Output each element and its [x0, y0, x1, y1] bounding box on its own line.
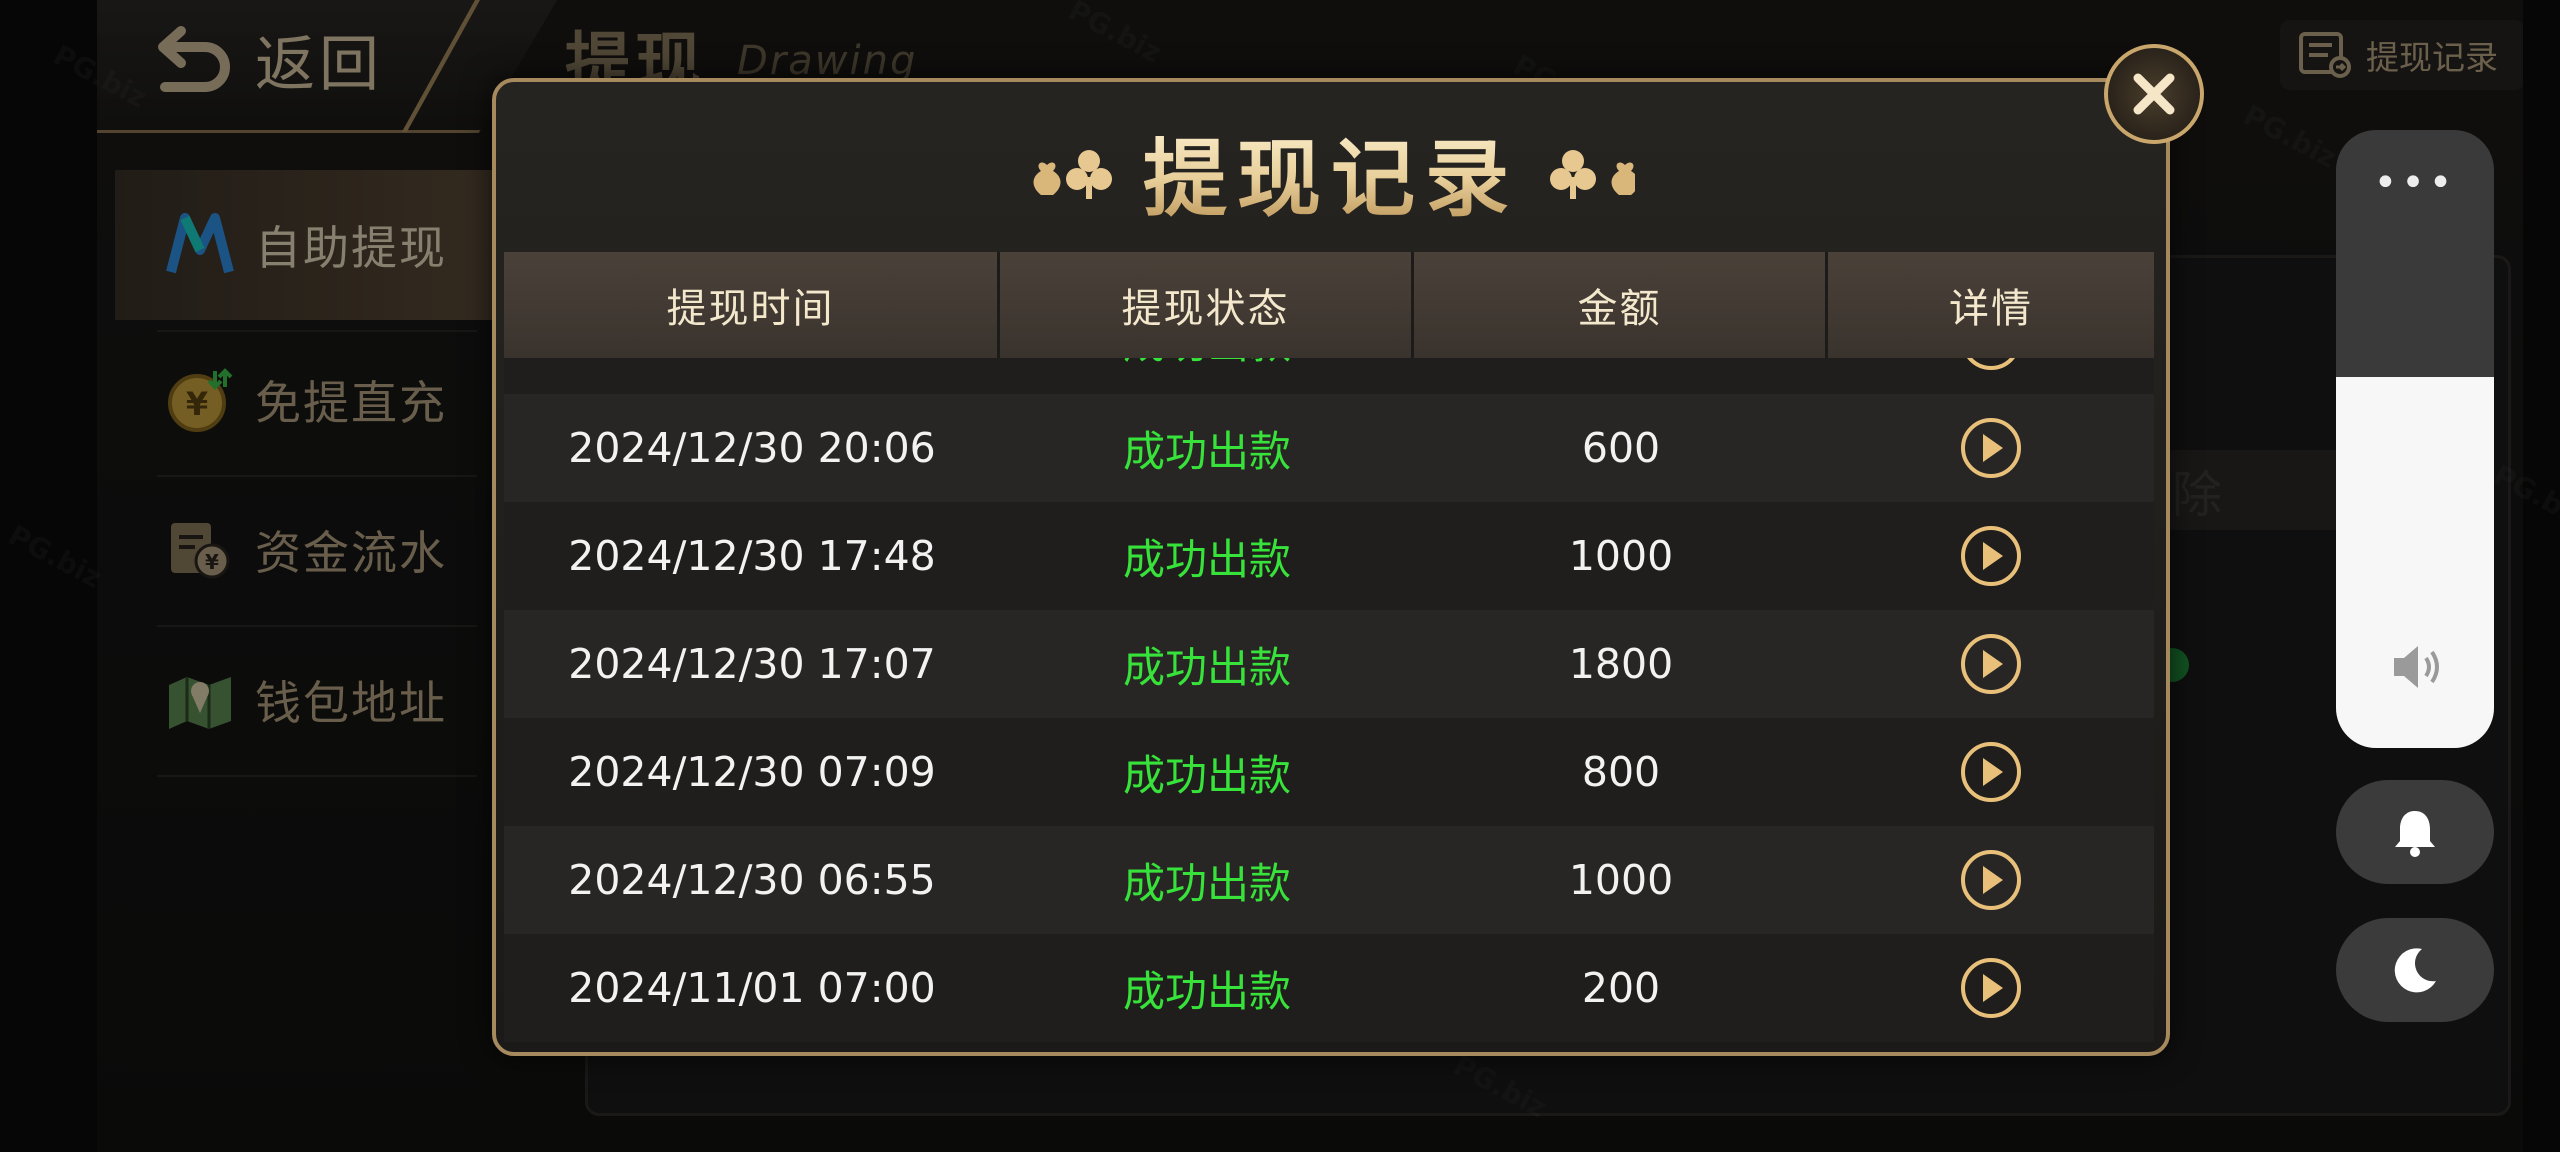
withdraw-amount: 800 — [1581, 748, 1661, 796]
detail-button[interactable] — [1828, 826, 2154, 934]
chevron-right-icon — [1961, 850, 2021, 910]
volume-slider[interactable]: ••• — [2336, 130, 2494, 748]
withdraw-status: 成功出款 — [1122, 534, 1291, 584]
withdraw-amount: 1000 — [1568, 532, 1674, 580]
detail-button[interactable] — [1828, 610, 2154, 718]
table-row: 2024/12/30 20:06 成功出款 600 — [504, 394, 2154, 502]
close-modal-button[interactable] — [2104, 44, 2204, 144]
chevron-right-icon — [1961, 418, 2021, 478]
column-header-status: 提现状态 — [1000, 252, 1414, 358]
withdraw-time: 2024/12/30 17:07 — [568, 640, 936, 688]
withdraw-status: 成功出款 — [1122, 642, 1291, 692]
chevron-right-icon — [1961, 526, 2021, 586]
moon-icon — [2394, 948, 2436, 993]
withdraw-time: 2024/12/30 07:09 — [568, 748, 936, 796]
club-spade-decoration-icon — [1550, 150, 1635, 199]
column-header-time: 提现时间 — [504, 252, 1000, 358]
detail-button[interactable] — [1828, 934, 2154, 1042]
detail-button[interactable] — [1828, 394, 2154, 502]
withdraw-status: 成功出款 — [1122, 966, 1291, 1016]
table-row: 2024/12/30 07:09 成功出款 800 — [504, 718, 2154, 826]
column-header-detail: 详情 — [1828, 252, 2154, 358]
withdraw-amount: 1000 — [1568, 856, 1674, 904]
bell-icon — [2395, 811, 2435, 857]
dark-mode-toggle-button[interactable] — [2336, 918, 2494, 1022]
notification-toggle-button[interactable] — [2336, 780, 2494, 884]
volume-menu-icon[interactable]: ••• — [2336, 160, 2494, 206]
withdraw-time: 2024/12/30 06:55 — [568, 856, 936, 904]
withdraw-status: 成功出款 — [1122, 750, 1291, 800]
chevron-right-icon — [1961, 742, 2021, 802]
detail-button[interactable] — [1828, 502, 2154, 610]
table-row: 2024/12/30 17:48 成功出款 1000 — [504, 502, 2154, 610]
chevron-right-icon — [1961, 958, 2021, 1018]
withdraw-amount: 600 — [1581, 424, 1661, 472]
withdraw-time: 2024/11/01 07:00 — [568, 964, 936, 1012]
withdraw-status: 成功出款 — [1122, 426, 1291, 476]
spade-club-decoration-icon — [1033, 150, 1112, 199]
withdraw-history-modal: 提现记录 提现时间 提现状态 金额 详情 2024/12/31 04:56 成功… — [492, 78, 2170, 1056]
table-row: 2024/12/30 17:07 成功出款 1800 — [504, 610, 2154, 718]
detail-button[interactable] — [1828, 718, 2154, 826]
close-icon — [2133, 73, 2175, 115]
modal-header: 提现记录 — [496, 112, 2166, 232]
history-table: 提现时间 提现状态 金额 详情 2024/12/31 04:56 成功出款 60… — [504, 252, 2154, 1042]
table-row: 2024/12/30 06:55 成功出款 1000 — [504, 826, 2154, 934]
withdraw-amount: 1800 — [1568, 640, 1674, 688]
withdraw-time: 2024/12/30 17:48 — [568, 532, 936, 580]
chevron-right-icon — [1961, 634, 2021, 694]
table-row: 2024/11/01 07:00 成功出款 200 — [504, 934, 2154, 1042]
withdraw-amount: 200 — [1581, 964, 1661, 1012]
withdraw-time: 2024/12/30 20:06 — [568, 424, 936, 472]
withdraw-status: 成功出款 — [1122, 858, 1291, 908]
table-body[interactable]: 2024/12/31 04:56 成功出款 600 2024/12/30 20:… — [504, 286, 2154, 1042]
column-header-amount: 金额 — [1414, 252, 1828, 358]
modal-title: 提现记录 — [1143, 112, 1519, 233]
speaker-icon — [2394, 646, 2439, 688]
table-header: 提现时间 提现状态 金额 详情 — [504, 252, 2154, 358]
